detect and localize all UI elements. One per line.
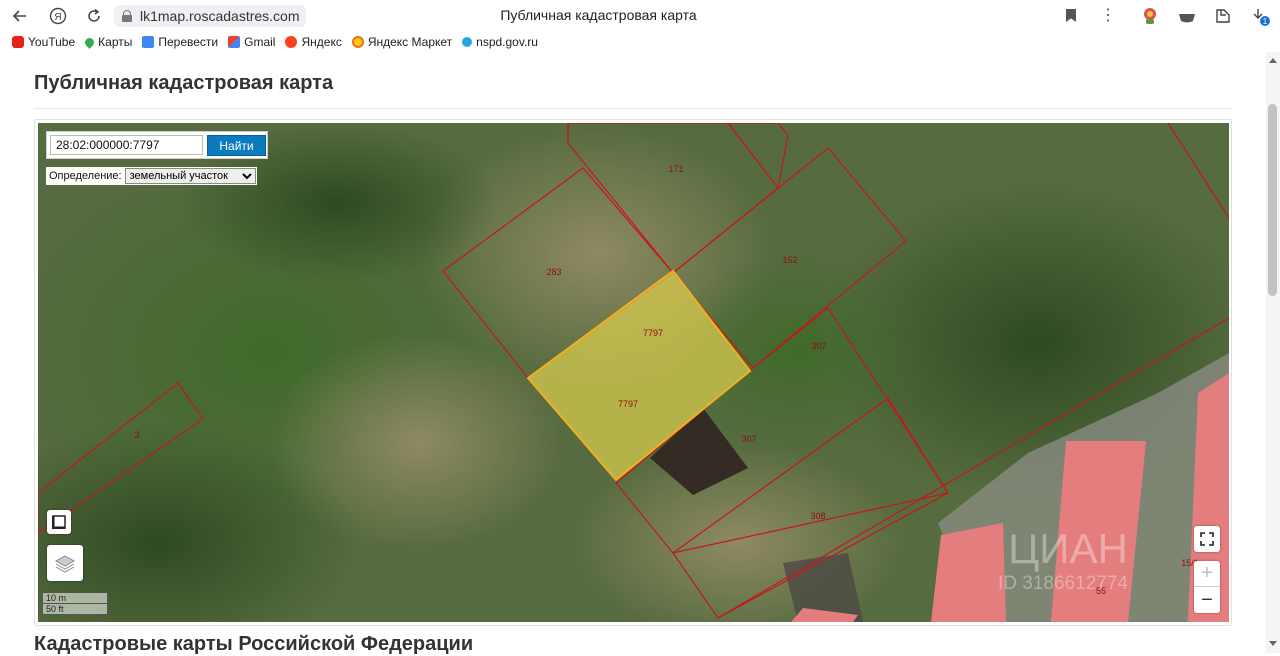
ruler-tool-icon[interactable]	[47, 510, 71, 534]
zoom-control: + −	[1194, 561, 1220, 613]
cadastral-number-input[interactable]	[50, 135, 203, 155]
more-menu-icon[interactable]: ⋮	[1100, 5, 1116, 25]
parcel-label-7797: 7797	[643, 328, 663, 338]
scale-metric: 10 m	[42, 593, 108, 604]
parcel-label-7797-second: 7797	[618, 399, 638, 409]
fullscreen-icon[interactable]	[1194, 526, 1220, 552]
extension-icon-2[interactable]	[1177, 6, 1197, 26]
scroll-up-icon[interactable]	[1268, 56, 1278, 64]
bookmark-label: YouTube	[28, 35, 76, 49]
layers-icon[interactable]	[47, 545, 83, 581]
zoom-in-button[interactable]: +	[1194, 561, 1220, 587]
parcel-label-307-second: 307	[741, 434, 756, 444]
bookmark-youtube[interactable]: YouTube	[12, 35, 75, 49]
bookmark-label: Яндекс Маркет	[367, 35, 453, 49]
object-type-select[interactable]: земельный участок	[124, 168, 256, 184]
youtube-icon	[12, 36, 24, 48]
download-badge: 1	[1263, 17, 1268, 26]
bookmark-maps[interactable]: Карты	[83, 35, 133, 49]
collections-icon[interactable]	[1213, 6, 1233, 26]
zoom-out-button[interactable]: −	[1194, 587, 1220, 613]
scrollbar-thumb[interactable]	[1268, 104, 1277, 296]
map-scale: 10 m 50 ft	[42, 593, 108, 615]
parcel-label-3: 3	[134, 430, 139, 440]
tab-title: Публичная кадастровая карта	[500, 7, 697, 23]
parcel-label-152: 152	[782, 255, 797, 265]
bookmark-yandex-market[interactable]: Яндекс Маркет	[351, 35, 453, 49]
yandex-market-icon	[351, 36, 364, 48]
find-button[interactable]: Найти	[207, 135, 266, 156]
bookmark-gmail[interactable]: Gmail	[228, 35, 275, 49]
bookmark-label: Перевести	[158, 35, 219, 49]
cadastral-map[interactable]: 171 152 283 7797 7797 307 307 308 3 55 1…	[38, 123, 1229, 622]
browser-toolbar: Я lk1map.roscadastres.com Публичная када…	[0, 0, 1280, 32]
scroll-down-icon[interactable]	[1268, 640, 1278, 648]
definition-label: Определение:	[49, 170, 122, 182]
bookmark-yandex[interactable]: Яндекс	[285, 35, 342, 49]
page-title: Публичная кадастровая карта	[34, 72, 334, 94]
yandex-icon	[285, 36, 298, 48]
bookmark-label: Gmail	[244, 35, 276, 49]
bookmark-label: nspd.gov.ru	[476, 35, 538, 49]
watermark: ЦИАН	[1008, 525, 1128, 572]
parcel-labels-layer: 171 152 283 7797 7797 307 307 308 3 55 1…	[134, 164, 1198, 596]
translate-icon	[142, 36, 155, 48]
bookmark-translate[interactable]: Перевести	[142, 35, 218, 49]
gmail-icon	[228, 36, 241, 48]
definition-row: Определение: земельный участок	[46, 167, 257, 185]
downloads-icon[interactable]: 1	[1250, 6, 1270, 26]
cadastral-search-panel: Найти	[46, 131, 268, 159]
parcel-label-283: 283	[546, 267, 561, 277]
parcel-label-308: 308	[810, 511, 825, 521]
maps-pin-icon	[83, 35, 97, 49]
bookmark-label: Карты	[98, 35, 133, 49]
scale-imperial: 50 ft	[42, 604, 108, 615]
site-icon	[462, 37, 473, 47]
parcel-label-171: 171	[668, 164, 683, 174]
divider	[34, 108, 1232, 109]
parcel-label-307: 307	[811, 341, 826, 351]
bookmark-nspd[interactable]: nspd.gov.ru	[462, 35, 538, 49]
bookmark-label: Яндекс	[301, 35, 342, 49]
bookmarks-bar: YouTube Карты Перевести Gmail Яндекс Янд…	[0, 32, 1280, 52]
extension-icon[interactable]	[1140, 6, 1160, 26]
watermark-id: ID 3186612774	[998, 573, 1128, 594]
